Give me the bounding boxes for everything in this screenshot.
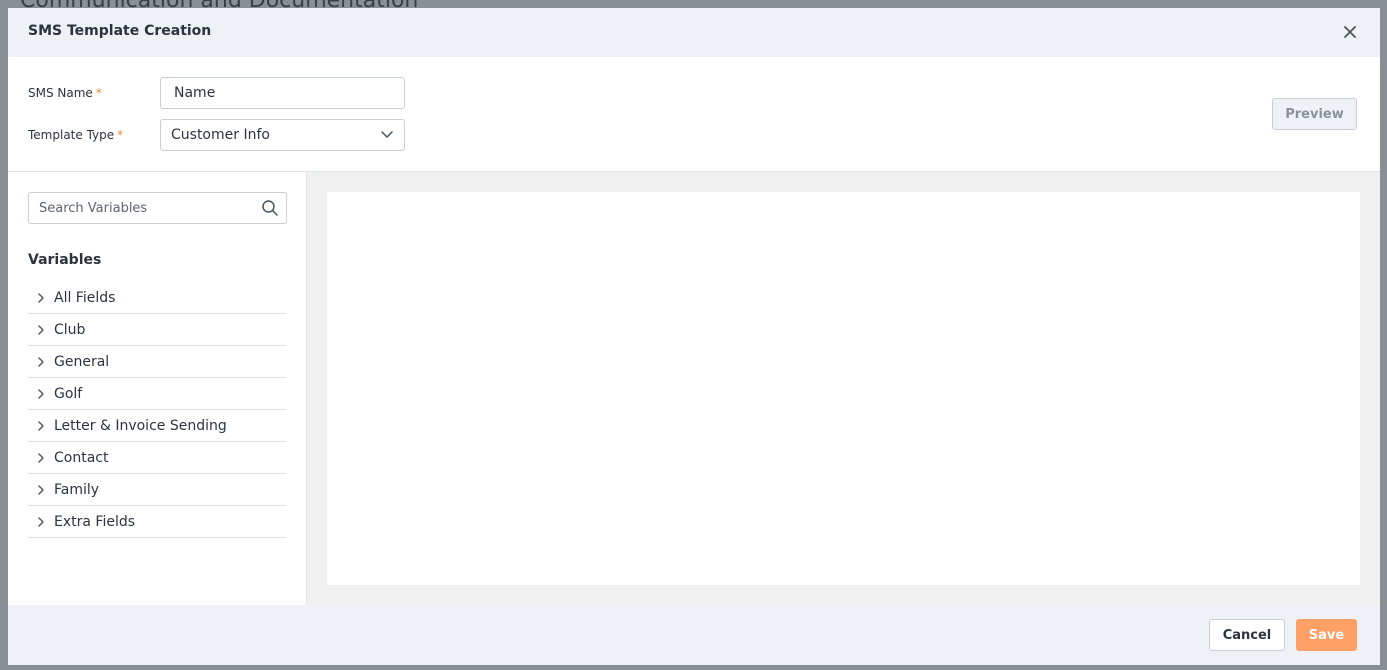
chevron-right-icon <box>38 356 44 367</box>
editor-body: Variables All Fields Club General Golf <box>8 172 1380 605</box>
chevron-right-icon <box>38 484 44 495</box>
chevron-right-icon <box>38 420 44 431</box>
variable-group-label: Contact <box>54 449 109 466</box>
chevron-right-icon <box>38 452 44 463</box>
required-marker: * <box>95 86 102 100</box>
variable-group-label: Extra Fields <box>54 513 136 530</box>
variable-group-golf[interactable]: Golf <box>28 378 286 410</box>
variable-group-all-fields[interactable]: All Fields <box>28 282 286 314</box>
required-marker: * <box>117 128 124 142</box>
template-type-label: Template Type * <box>28 128 124 142</box>
sms-template-modal: SMS Template Creation SMS Name* Template… <box>8 8 1380 665</box>
variables-heading: Variables <box>28 252 102 268</box>
save-button[interactable]: Save <box>1296 619 1357 651</box>
modal-header: SMS Template Creation <box>8 8 1380 57</box>
close-icon[interactable] <box>1340 22 1360 42</box>
variable-group-label: Family <box>54 481 100 498</box>
template-type-value: Customer Info <box>171 127 270 143</box>
chevron-right-icon <box>38 516 44 527</box>
variable-group-extra-fields[interactable]: Extra Fields <box>28 506 286 538</box>
sms-name-input[interactable] <box>160 77 405 109</box>
variable-group-contact[interactable]: Contact <box>28 442 286 474</box>
variable-group-label: Letter & Invoice Sending <box>54 417 227 434</box>
cancel-button[interactable]: Cancel <box>1209 619 1285 651</box>
variable-group-label: All Fields <box>54 289 116 306</box>
modal-footer: Cancel Save <box>8 605 1380 665</box>
chevron-right-icon <box>38 388 44 399</box>
variable-group-label: General <box>54 353 110 370</box>
variable-group-club[interactable]: Club <box>28 314 286 346</box>
chevron-right-icon <box>38 292 44 303</box>
variable-group-family[interactable]: Family <box>28 474 286 506</box>
template-type-select[interactable]: Customer Info <box>160 119 405 151</box>
variables-list: All Fields Club General Golf Letter & In… <box>28 282 286 538</box>
chevron-right-icon <box>38 324 44 335</box>
form-section: SMS Name* Template Type* Customer Info P… <box>8 57 1380 172</box>
variables-sidebar: Variables All Fields Club General Golf <box>8 172 307 605</box>
preview-button[interactable]: Preview <box>1272 98 1357 130</box>
variable-group-letter-invoice-sending[interactable]: Letter & Invoice Sending <box>28 410 286 442</box>
chevron-down-icon <box>381 131 393 138</box>
editor-area <box>307 172 1380 605</box>
search-wrapper <box>28 192 287 224</box>
variable-group-label: Club <box>54 321 86 338</box>
variable-group-label: Golf <box>54 385 83 402</box>
search-input[interactable] <box>28 192 287 224</box>
modal-title: SMS Template Creation <box>28 23 212 39</box>
variable-group-general[interactable]: General <box>28 346 286 378</box>
sms-content-editor[interactable] <box>327 192 1360 585</box>
search-icon[interactable] <box>261 199 279 217</box>
sms-name-label: SMS Name * <box>28 86 102 100</box>
